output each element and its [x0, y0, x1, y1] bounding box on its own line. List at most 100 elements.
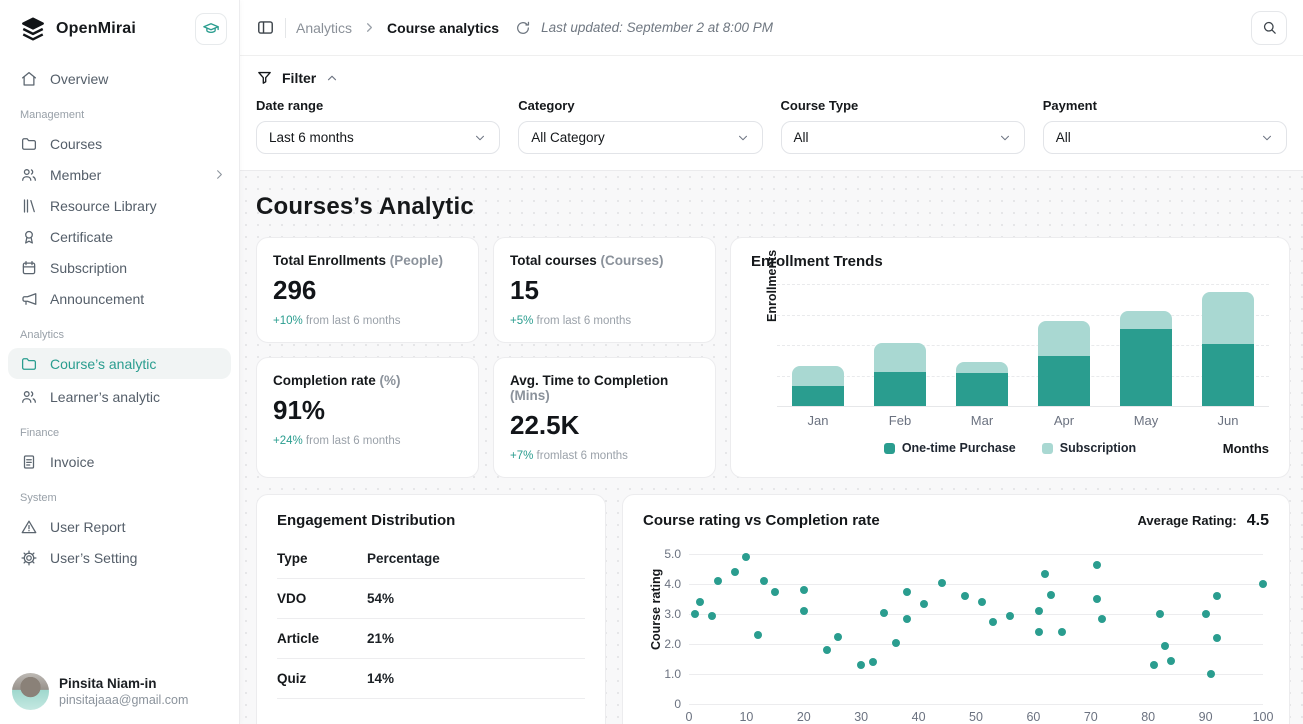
stat-delta-percent: +5%: [510, 315, 533, 327]
users-icon: [20, 166, 38, 184]
scatter-point: [1213, 634, 1221, 642]
sidebar-item-label: Course’s analytic: [50, 356, 219, 372]
average-rating-value: 4.5: [1247, 512, 1269, 530]
payment-dropdown[interactable]: All: [1043, 121, 1287, 154]
chevron-right-icon: [212, 167, 227, 182]
sidebar-item-resource-library[interactable]: Resource Library: [0, 190, 239, 221]
bar-feb: [874, 284, 926, 406]
sidebar-item-certificate[interactable]: Certificate: [0, 221, 239, 252]
filter-field-payment: Payment All: [1043, 98, 1287, 154]
stat-delta-percent: +24%: [273, 435, 303, 447]
bar-jan: [792, 284, 844, 406]
x-tick-mar: Mar: [956, 413, 1008, 428]
bar-segment-one-time-purchase: [792, 386, 844, 406]
chevron-down-icon: [473, 131, 487, 145]
profile-card[interactable]: Pinsita Niam-in pinsitajaaa@gmail.com: [12, 673, 188, 710]
bar-segment-one-time-purchase: [1202, 344, 1254, 406]
sidebar-item-user-report[interactable]: User Report: [0, 511, 239, 542]
course-type-dropdown[interactable]: All: [781, 121, 1025, 154]
stat-title: Total Enrollments (People): [273, 253, 462, 268]
legend-label: One-time Purchase: [902, 441, 1016, 455]
sidebar-item-member[interactable]: Member: [0, 159, 239, 190]
bar-apr: [1038, 284, 1090, 406]
column-header-type: Type: [277, 551, 367, 566]
engagement-row-article: Article21%: [277, 619, 585, 659]
scatter-point: [742, 553, 750, 561]
dropdown-value: All Category: [531, 130, 605, 145]
stat-delta: +5% from last 6 months: [510, 315, 699, 327]
sidebar-item-overview[interactable]: Overview: [0, 63, 239, 94]
chevron-down-icon: [998, 131, 1012, 145]
dropdown-value: Last 6 months: [269, 130, 354, 145]
sidebar-item-label: Subscription: [50, 260, 227, 276]
chevron-up-icon[interactable]: [325, 71, 339, 85]
brand-name: OpenMirai: [56, 20, 185, 38]
scatter-point: [1098, 615, 1106, 623]
stat-unit: (%): [380, 373, 401, 388]
sidebar-header: OpenMirai: [0, 0, 239, 55]
scatter-x-tick-50: 50: [969, 710, 983, 724]
sidebar-item-label: Courses: [50, 136, 227, 152]
scatter-point: [800, 586, 808, 594]
scatter-point: [903, 615, 911, 623]
search-button[interactable]: [1251, 11, 1287, 45]
scatter-x-tick-90: 90: [1199, 710, 1213, 724]
chevron-down-icon: [736, 131, 750, 145]
bar-segment-one-time-purchase: [956, 373, 1008, 406]
scatter-x-tick-100: 100: [1253, 710, 1274, 724]
stat-delta-percent: +7%: [510, 450, 533, 462]
scatter-x-tick-20: 20: [797, 710, 811, 724]
content-area: Courses’s Analytic Total Enrollments (Pe…: [240, 171, 1303, 724]
stat-delta-percent: +10%: [273, 315, 303, 327]
filter-label: Payment: [1043, 98, 1287, 113]
x-tick-apr: Apr: [1038, 413, 1090, 428]
rating-vs-completion-card: Course rating vs Completion rate Average…: [622, 494, 1290, 724]
scatter-x-tick-40: 40: [912, 710, 926, 724]
sidebar-item-label: Invoice: [50, 454, 227, 470]
scatter-x-tick-30: 30: [854, 710, 868, 724]
profile-name: Pinsita Niam-in: [59, 676, 188, 691]
trends-plot: [777, 284, 1269, 406]
megaphone-icon: [20, 290, 38, 308]
sidebar-item-course-s-analytic[interactable]: Course’s analytic: [8, 348, 231, 379]
scatter-x-tick-80: 80: [1141, 710, 1155, 724]
sidebar-item-courses[interactable]: Courses: [0, 128, 239, 159]
sidebar-item-invoice[interactable]: Invoice: [0, 446, 239, 477]
users-icon: [20, 388, 38, 406]
sidebar: OpenMirai OverviewManagementCoursesMembe…: [0, 0, 240, 724]
sidebar-item-learner-s-analytic[interactable]: Learner’s analytic: [0, 381, 239, 412]
scatter-gridline: [689, 704, 1263, 705]
sidebar-item-label: User Report: [50, 519, 227, 535]
legend-one-time-purchase: One-time Purchase: [884, 441, 1016, 455]
sidebar-toggle-icon[interactable]: [256, 18, 275, 37]
scatter-point: [892, 639, 900, 647]
sidebar-item-announcement[interactable]: Announcement: [0, 283, 239, 314]
workspace-toggle-button[interactable]: [195, 13, 227, 45]
scatter-x-tick-70: 70: [1084, 710, 1098, 724]
scatter-point: [1035, 607, 1043, 615]
sidebar-item-subscription[interactable]: Subscription: [0, 252, 239, 283]
sidebar-item-user-s-setting[interactable]: User’s Setting: [0, 542, 239, 573]
stats-grid: Total Enrollments (People)296+10% from l…: [256, 237, 716, 478]
scatter-point: [1167, 657, 1175, 665]
scatter-point: [903, 588, 911, 596]
bar-segment-subscription: [956, 362, 1008, 373]
scatter-point: [1035, 628, 1043, 636]
filter-icon: [256, 69, 273, 86]
scatter-point: [1207, 670, 1215, 678]
stat-card-total-courses: Total courses (Courses)15+5% from last 6…: [493, 237, 716, 343]
category-dropdown[interactable]: All Category: [518, 121, 762, 154]
breadcrumb-parent[interactable]: Analytics: [296, 20, 352, 36]
filter-label: Category: [518, 98, 762, 113]
scatter-point: [1213, 592, 1221, 600]
filter-field-category: Category All Category: [518, 98, 762, 154]
refresh-icon[interactable]: [515, 20, 531, 36]
sidebar-item-label: Learner’s analytic: [50, 389, 227, 405]
scatter-y-tick-4.0: 4.0: [651, 577, 681, 591]
scatter-gridline: [689, 554, 1263, 555]
scatter-point: [1058, 628, 1066, 636]
stat-unit: (Courses): [601, 253, 664, 268]
legend-subscription: Subscription: [1042, 441, 1136, 455]
engagement-row-quiz: Quiz14%: [277, 659, 585, 699]
date-range-dropdown[interactable]: Last 6 months: [256, 121, 500, 154]
